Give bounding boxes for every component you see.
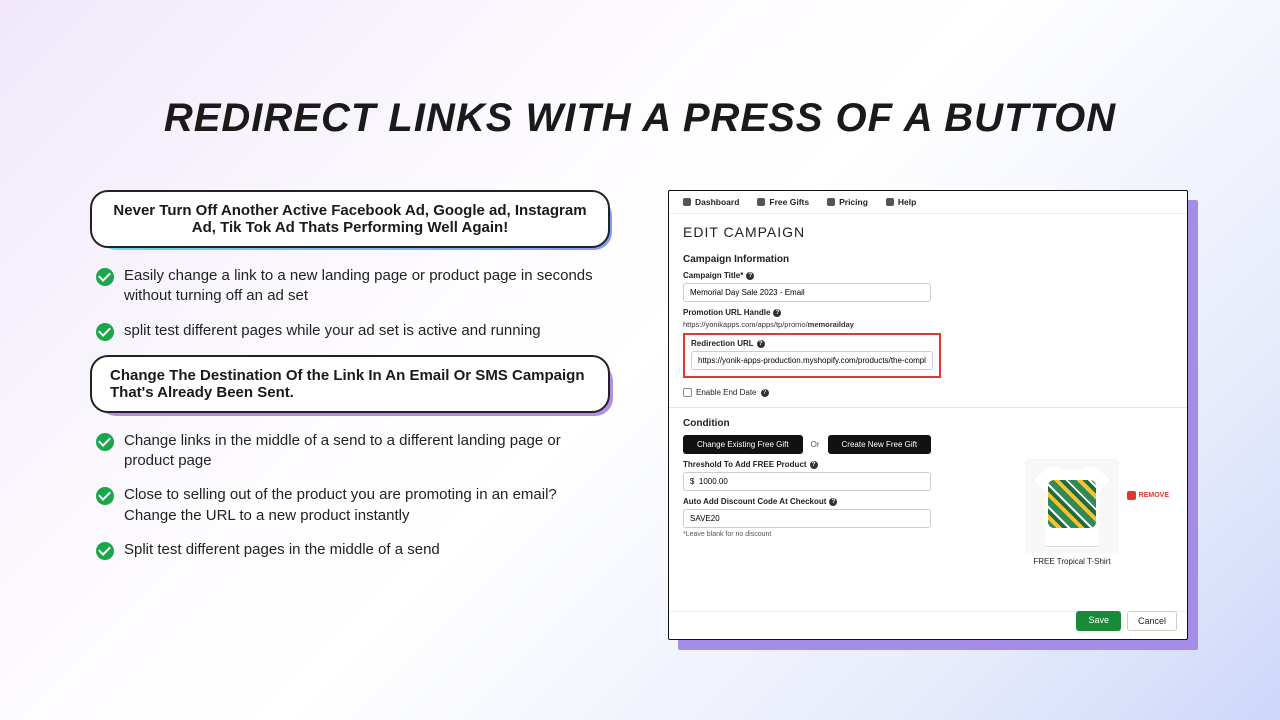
pricing-icon <box>827 198 835 206</box>
save-button[interactable]: Save <box>1076 611 1121 631</box>
product-caption: FREE Tropical T-Shirt <box>1005 557 1139 566</box>
checkbox-icon[interactable] <box>683 388 692 397</box>
redirect-url-input[interactable] <box>691 351 933 370</box>
app-screenshot: Dashboard Free Gifts Pricing Help EDIT C… <box>668 190 1188 640</box>
section-condition: Condition <box>683 418 1173 429</box>
discount-code-input[interactable] <box>683 509 931 528</box>
redirection-highlight: Redirection URL? <box>683 333 941 378</box>
check-icon <box>96 542 114 560</box>
divider <box>669 407 1187 408</box>
nav-dashboard[interactable]: Dashboard <box>683 197 739 207</box>
section-campaign-info: Campaign Information <box>683 254 1173 265</box>
help-icon: ? <box>746 272 754 280</box>
nav-label: Help <box>898 197 916 207</box>
check-icon <box>96 268 114 286</box>
trash-icon <box>1127 491 1136 500</box>
campaign-title-input[interactable] <box>683 283 931 302</box>
help-icon: ? <box>757 340 765 348</box>
check-icon <box>96 323 114 341</box>
check-icon <box>96 487 114 505</box>
nav-label: Dashboard <box>695 197 739 207</box>
nav-pricing[interactable]: Pricing <box>827 197 868 207</box>
help-icon: ? <box>829 498 837 506</box>
help-icon: ? <box>761 389 769 397</box>
or-label: Or <box>811 440 820 449</box>
help-icon: ? <box>773 309 781 317</box>
page-headline: REDIRECT LINKS WITH A PRESS OF A BUTTON <box>0 96 1280 141</box>
cancel-button[interactable]: Cancel <box>1127 611 1177 631</box>
app-title: EDIT CAMPAIGN <box>669 214 1187 244</box>
bullet-text: split test different pages while your ad… <box>124 321 541 341</box>
app-nav: Dashboard Free Gifts Pricing Help <box>669 191 1187 214</box>
nav-help[interactable]: Help <box>886 197 916 207</box>
bullet-item: Split test different pages in the middle… <box>96 540 610 560</box>
enable-end-date-row[interactable]: Enable End Date ? <box>683 388 1173 397</box>
promo-url: https://yonikapps.com/apps/tp/promo/memo… <box>683 320 1173 329</box>
callout-email-sms: Change The Destination Of the Link In An… <box>90 355 610 413</box>
check-icon <box>96 433 114 451</box>
product-image <box>1025 459 1119 553</box>
help-icon <box>886 198 894 206</box>
campaign-title-label: Campaign Title*? <box>683 271 1173 280</box>
tshirt-icon <box>1033 465 1111 547</box>
bullet-text: Close to selling out of the product you … <box>124 485 610 526</box>
nav-label: Free Gifts <box>769 197 809 207</box>
gift-icon <box>757 198 765 206</box>
create-free-gift-button[interactable]: Create New Free Gift <box>828 435 932 454</box>
bullet-item: Change links in the middle of a send to … <box>96 431 610 472</box>
nav-label: Pricing <box>839 197 868 207</box>
left-column: Never Turn Off Another Active Facebook A… <box>90 190 610 574</box>
dashboard-icon <box>683 198 691 206</box>
callout-ads: Never Turn Off Another Active Facebook A… <box>90 190 610 248</box>
redirect-label: Redirection URL? <box>691 339 933 348</box>
help-icon: ? <box>810 461 818 469</box>
promo-handle-label: Promotion URL Handle? <box>683 308 1173 317</box>
bullet-text: Easily change a link to a new landing pa… <box>124 266 610 307</box>
bullet-item: split test different pages while your ad… <box>96 321 610 341</box>
bullet-item: Close to selling out of the product you … <box>96 485 610 526</box>
bullet-text: Change links in the middle of a send to … <box>124 431 610 472</box>
threshold-input[interactable] <box>683 472 931 491</box>
bullet-text: Split test different pages in the middle… <box>124 540 440 560</box>
remove-button[interactable]: REMOVE <box>1127 491 1169 500</box>
nav-free-gifts[interactable]: Free Gifts <box>757 197 809 207</box>
change-free-gift-button[interactable]: Change Existing Free Gift <box>683 435 803 454</box>
bullet-item: Easily change a link to a new landing pa… <box>96 266 610 307</box>
enable-end-date-label: Enable End Date <box>696 388 757 397</box>
